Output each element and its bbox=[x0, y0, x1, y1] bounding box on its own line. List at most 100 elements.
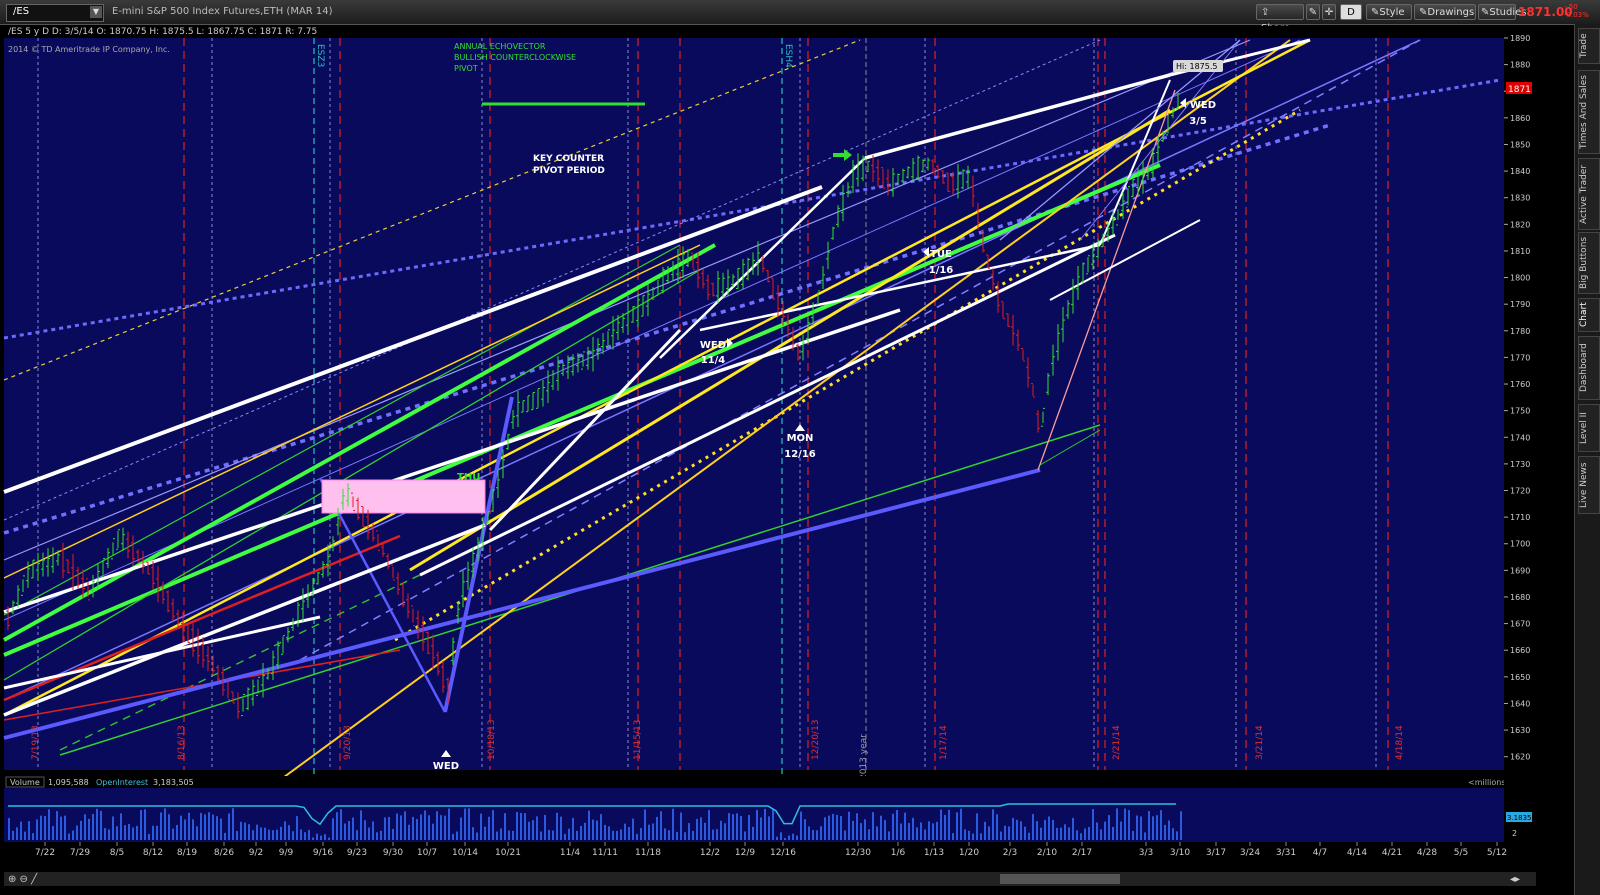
volume-bar bbox=[624, 823, 626, 840]
volume-bar bbox=[1100, 829, 1102, 840]
x-label: 3/31 bbox=[1276, 848, 1296, 858]
volume-bar bbox=[404, 811, 406, 840]
volume-bar bbox=[828, 815, 830, 840]
x-label: 12/2 bbox=[700, 848, 720, 858]
volume-bar bbox=[432, 823, 434, 840]
tab-dashboard[interactable]: Dashboard bbox=[1578, 336, 1600, 400]
volume-bar bbox=[772, 809, 774, 840]
price-label: 1650 bbox=[1510, 673, 1530, 682]
volume-bar bbox=[320, 835, 322, 840]
volume-bar bbox=[24, 831, 26, 840]
volume-bar bbox=[152, 825, 154, 840]
volume-bar bbox=[220, 818, 222, 840]
volume-bar bbox=[1168, 820, 1170, 840]
x-label: 4/14 bbox=[1347, 848, 1367, 858]
volume-bar bbox=[276, 829, 278, 840]
ohlc-header: /ES 5 y D D: 3/5/14 O: 1870.75 H: 1875.5… bbox=[8, 27, 317, 37]
volume-bar bbox=[1060, 827, 1062, 840]
volume-bar bbox=[752, 826, 754, 840]
volume-bar bbox=[80, 820, 82, 840]
vertical-date-label: 2/21/14 bbox=[1112, 725, 1122, 760]
tab-times-and-sales[interactable]: Times And Sales bbox=[1578, 70, 1600, 154]
price-label: 1630 bbox=[1510, 726, 1530, 735]
volume-bar bbox=[288, 825, 290, 840]
volume-bar bbox=[544, 814, 546, 840]
price-label: 1620 bbox=[1510, 753, 1530, 762]
tab-live-news[interactable]: Live News bbox=[1578, 456, 1600, 514]
volume-bar bbox=[920, 822, 922, 840]
price-label: 1810 bbox=[1510, 247, 1530, 256]
volume-bar bbox=[628, 826, 630, 840]
volume-bar bbox=[360, 810, 362, 840]
volume-bar bbox=[532, 820, 534, 840]
x-label: 7/29 bbox=[70, 848, 90, 858]
price-label: 1770 bbox=[1510, 353, 1530, 362]
tab-trade[interactable]: Trade bbox=[1578, 28, 1600, 64]
volume-bar bbox=[916, 827, 918, 840]
vertical-date-label: 12/20/13 bbox=[811, 720, 821, 760]
x-label: 8/19 bbox=[177, 848, 197, 858]
volume-bar bbox=[1004, 825, 1006, 840]
volume-bar bbox=[324, 834, 326, 840]
volume-bar bbox=[172, 828, 174, 840]
volume-bar bbox=[124, 825, 126, 840]
wed-114-label: 11/4 bbox=[701, 355, 726, 366]
price-label: 1750 bbox=[1510, 407, 1530, 416]
x-label: 1/13 bbox=[924, 848, 944, 858]
volume-bar bbox=[312, 837, 314, 840]
price-label: 1790 bbox=[1510, 300, 1530, 309]
volume-bar bbox=[1132, 830, 1134, 840]
volume-bar bbox=[116, 826, 118, 840]
volume-bar bbox=[700, 817, 702, 840]
volume-bar bbox=[108, 829, 110, 840]
volume-bar bbox=[896, 809, 898, 840]
volume-bar bbox=[144, 809, 146, 840]
volume-bar bbox=[452, 833, 454, 840]
scroll-thumb[interactable] bbox=[1000, 874, 1120, 884]
volume-label: Volume bbox=[10, 778, 40, 787]
volume-bar bbox=[912, 817, 914, 840]
tab-big-buttons[interactable]: Big Buttons bbox=[1578, 232, 1600, 294]
zoom-icons: ⊕ ⊖ ╱ bbox=[8, 872, 38, 885]
tab-level-ii[interactable]: Level II bbox=[1578, 404, 1600, 452]
volume-bar bbox=[1036, 821, 1038, 840]
x-label: 9/2 bbox=[249, 848, 263, 858]
volume-bar bbox=[28, 821, 30, 840]
volume-bar bbox=[76, 825, 78, 840]
price-label: 1760 bbox=[1510, 380, 1530, 389]
volume-bar bbox=[104, 828, 106, 840]
volume-bar bbox=[612, 830, 614, 840]
volume-bar bbox=[788, 835, 790, 840]
oi-label: OpenInterest bbox=[96, 778, 148, 787]
x-label: 4/7 bbox=[1313, 848, 1327, 858]
volume-bar bbox=[212, 814, 214, 840]
volume-bar bbox=[516, 812, 518, 840]
volume-bar bbox=[756, 809, 758, 840]
price-chart[interactable]: /ES 5 y D D: 3/5/14 O: 1870.75 H: 1875.5… bbox=[0, 0, 1572, 895]
volume-bar bbox=[428, 815, 430, 840]
vertical-date-label: 4/18/14 bbox=[1395, 725, 1405, 760]
volume-bar bbox=[860, 823, 862, 840]
volume-bar bbox=[940, 809, 942, 840]
volume-bar bbox=[800, 811, 802, 840]
volume-bar bbox=[976, 813, 978, 840]
volume-bar bbox=[120, 813, 122, 840]
volume-bar bbox=[536, 816, 538, 840]
tab-chart[interactable]: Chart bbox=[1578, 298, 1600, 332]
volume-bar bbox=[180, 815, 182, 840]
volume-bar bbox=[420, 814, 422, 840]
price-label: 1830 bbox=[1510, 194, 1530, 203]
volume-bar bbox=[36, 819, 38, 840]
volume-bar bbox=[1024, 826, 1026, 840]
tab-active-trader[interactable]: Active Trader bbox=[1578, 158, 1600, 230]
volume-bar bbox=[944, 814, 946, 840]
volume-bar bbox=[280, 826, 282, 840]
price-label: 1640 bbox=[1510, 699, 1530, 708]
volume-bar bbox=[660, 811, 662, 840]
volume-bar bbox=[1148, 811, 1150, 840]
volume-bar bbox=[300, 829, 302, 840]
volume-bar bbox=[1152, 816, 1154, 840]
volume-bar bbox=[228, 813, 230, 840]
volume-bar bbox=[248, 824, 250, 840]
volume-bar bbox=[88, 818, 90, 840]
